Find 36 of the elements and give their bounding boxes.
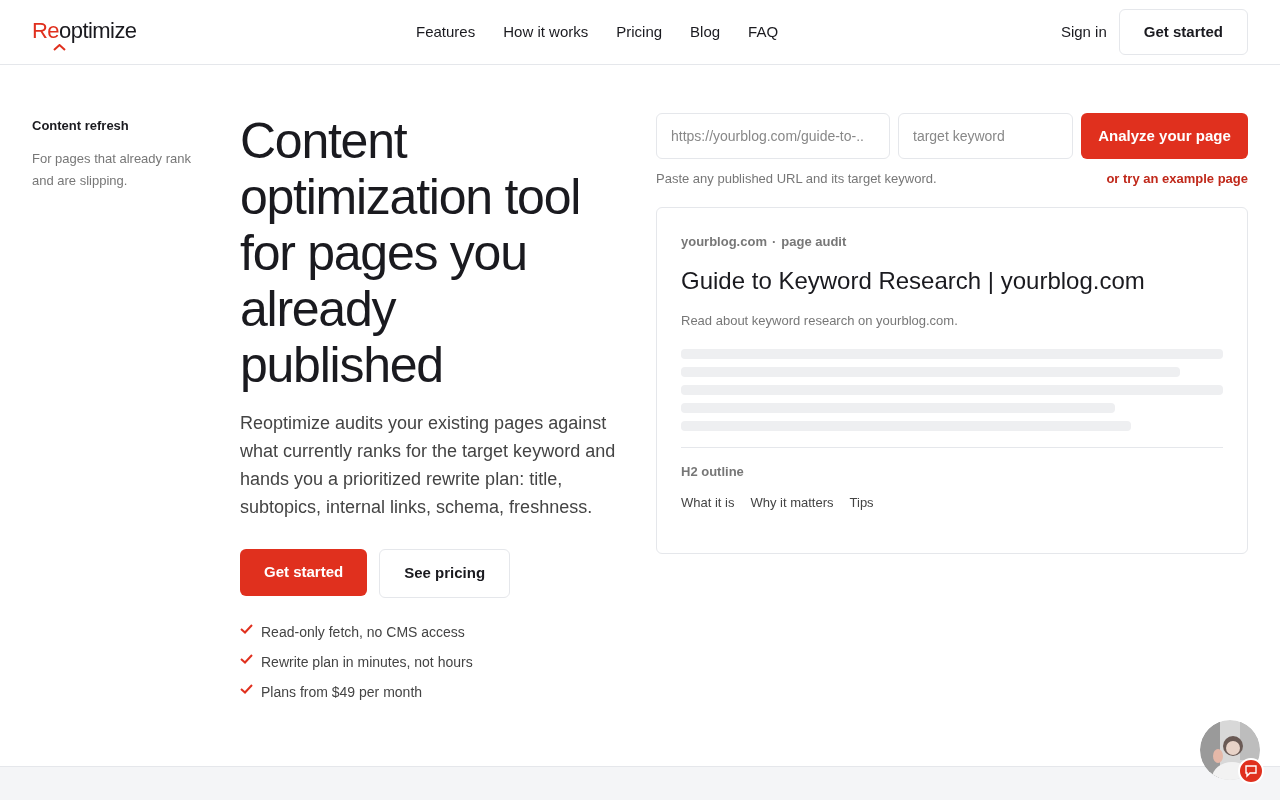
hint-text: Paste any published URL and its target keyword. — [656, 170, 937, 188]
audit-description: Read about keyword research on yourblog.com. — [681, 312, 959, 330]
check-icon — [240, 653, 253, 664]
sidebar-text: For pages that already rank and are slipping. — [32, 149, 192, 190]
sidebar-title: Content refresh — [32, 117, 130, 135]
feature-text: Plans from $49 per month — [261, 683, 423, 702]
site-text: yourblog.com — [681, 232, 767, 251]
url-field[interactable]: https://yourblog.com/guide-to-.. — [656, 113, 890, 159]
caret-icon — [53, 43, 66, 51]
hero-text: Reoptimize audits your existing pages against what currently ranks for the target keyword and hands you a prioritized rewrite plan: title, subtopics, internal links, schema, freshness. — [240, 412, 617, 519]
logo-accent: Re — [32, 19, 60, 42]
example-link[interactable]: or try an example page — [1106, 169, 1248, 189]
sign-in-link[interactable]: Sign in — [1060, 20, 1107, 44]
get-started-button[interactable]: Get started — [240, 549, 368, 596]
separator-text: · — [771, 232, 777, 251]
nav-link[interactable]: FAQ — [748, 20, 779, 44]
check-icon — [240, 683, 253, 694]
get-started-button[interactable]: Get started — [1118, 9, 1248, 55]
feature-text: Read-only fetch, no CMS access — [261, 623, 465, 642]
nav-link[interactable]: Blog — [690, 20, 721, 44]
nav-link[interactable]: Features — [416, 20, 476, 44]
audit-label: page audit — [781, 232, 847, 251]
audit-title: Guide to Keyword Research | yourblog.com — [681, 266, 1146, 296]
outline-item: Why it matters — [750, 494, 834, 512]
see-pricing-button[interactable]: See pricing — [379, 549, 511, 598]
outline-item: What it is — [681, 494, 735, 512]
hero-title: Content optimization tool for pages you already published — [240, 113, 582, 393]
nav-link[interactable]: Pricing — [616, 20, 663, 44]
check-icon — [240, 623, 253, 634]
outline-title: H2 outline — [681, 462, 745, 481]
outline-item: Tips — [849, 494, 874, 512]
nav-link[interactable]: How it works — [503, 20, 589, 44]
analyze-button[interactable]: Analyze your page — [1081, 113, 1248, 159]
feature-text: Rewrite plan in minutes, not hours — [261, 653, 473, 672]
logo-text: optimize — [59, 19, 137, 42]
keyword-field[interactable]: target keyword — [898, 113, 1073, 159]
